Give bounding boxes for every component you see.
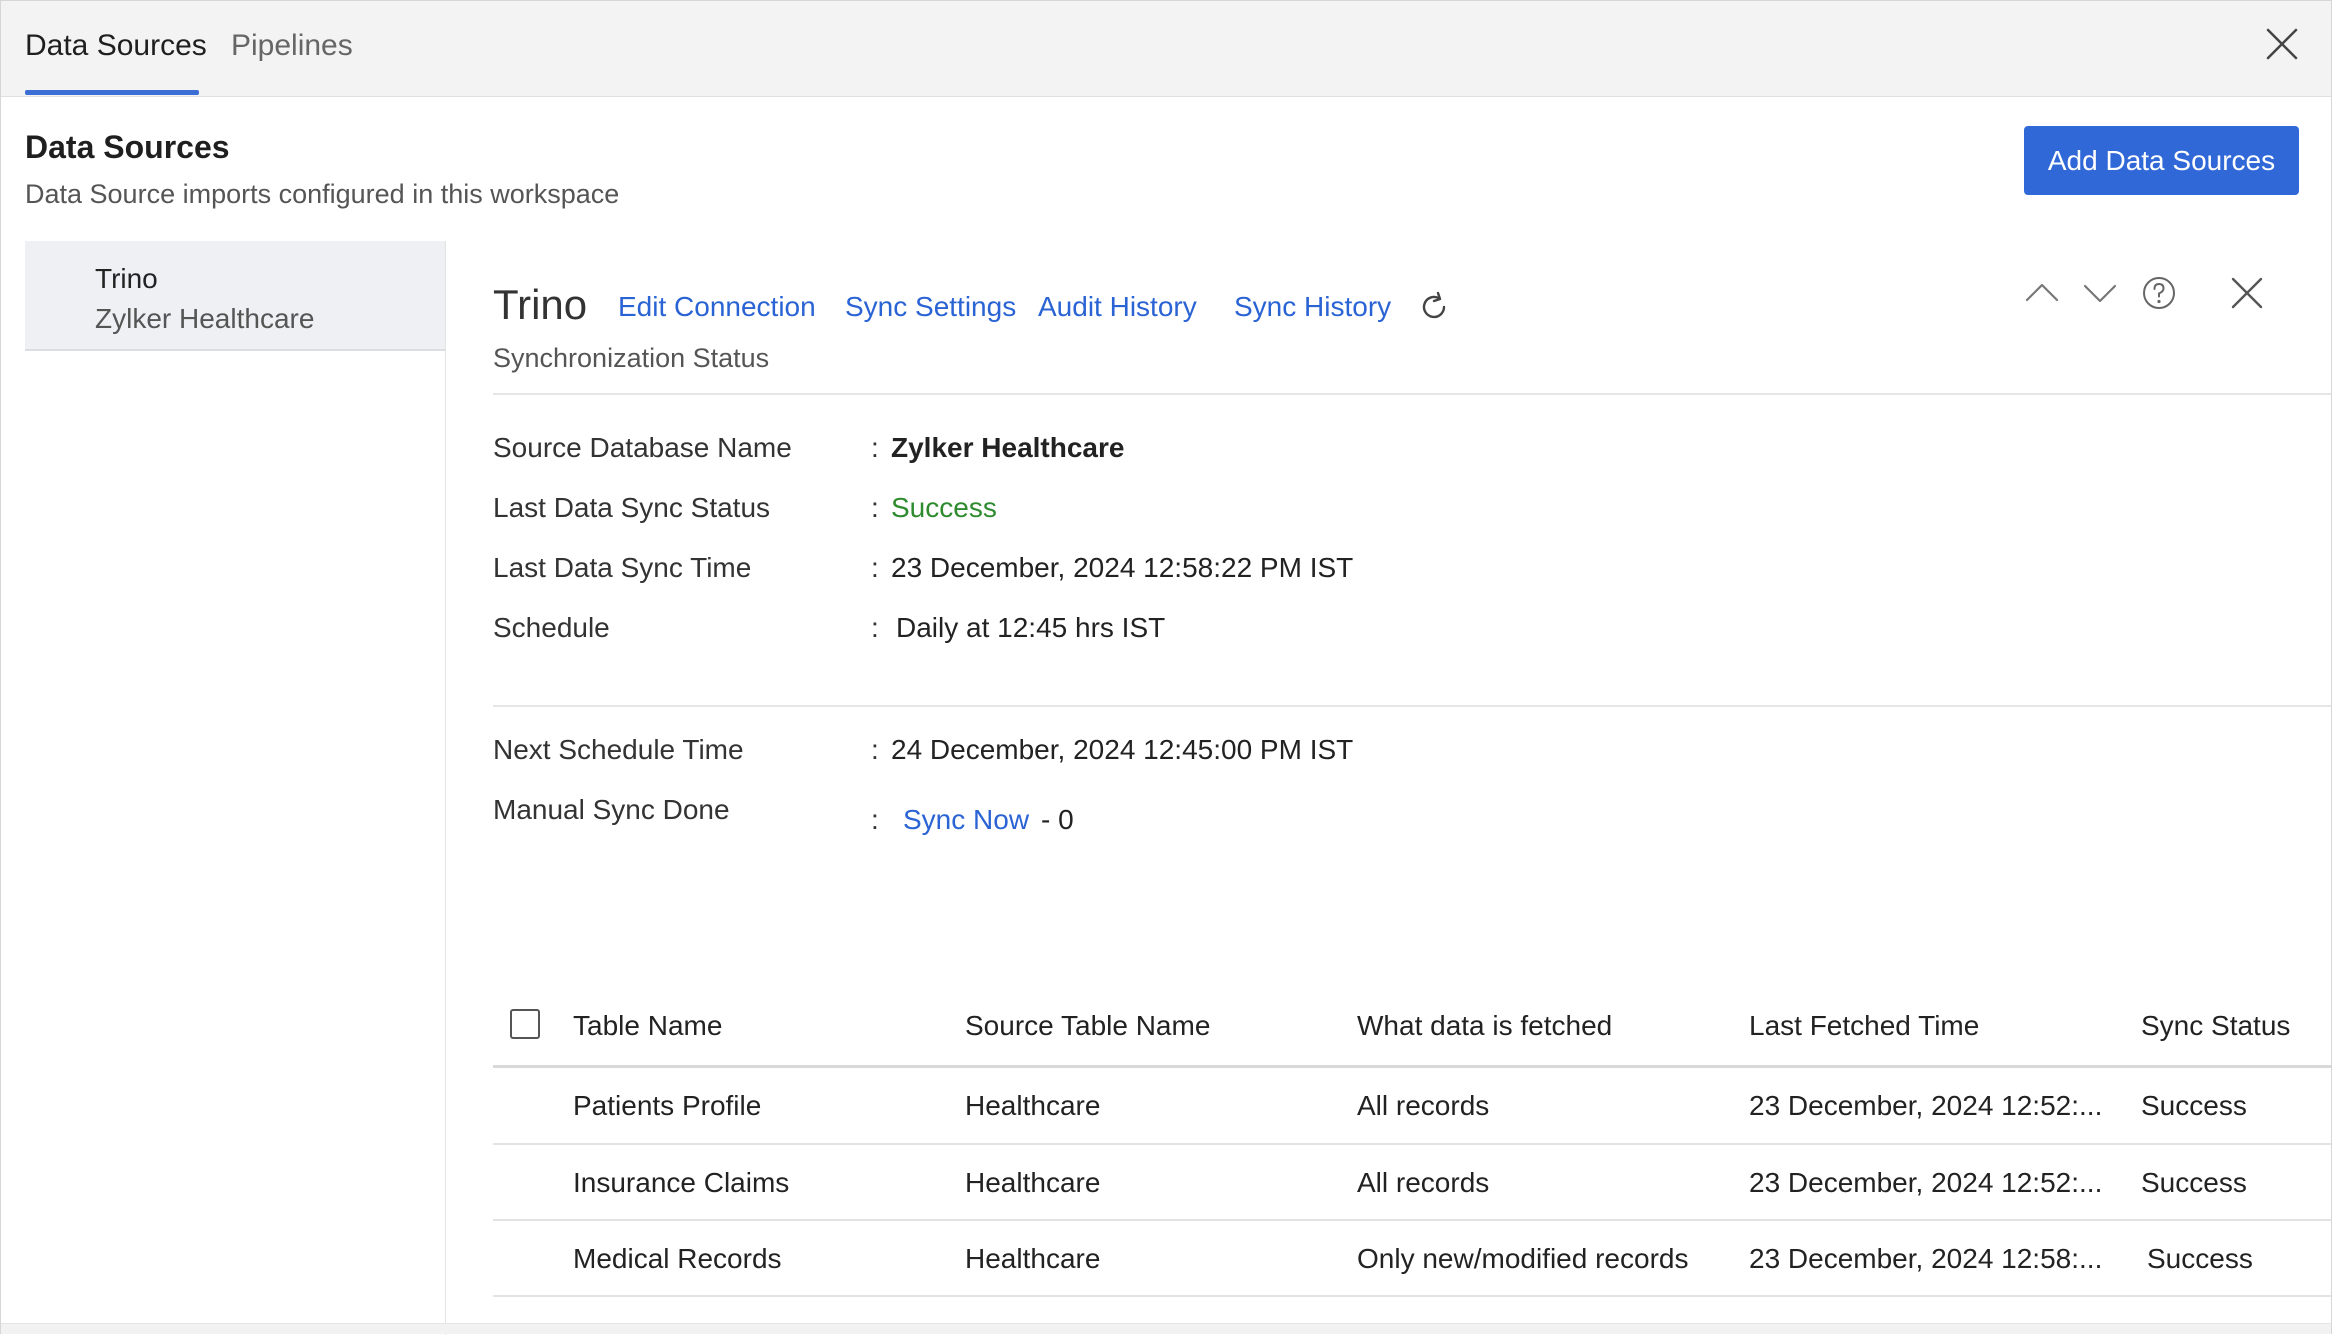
table-row[interactable]: Medical Records Healthcare Only new/modi… — [493, 1221, 2331, 1297]
page-subtitle: Data Source imports configured in this w… — [25, 179, 620, 209]
sidebar: Trino Zylker Healthcare — [25, 241, 446, 1335]
sync-now-link[interactable]: Sync Now — [903, 804, 1029, 836]
data-sources-dialog: Data Sources Pipelines Data Sources Data… — [0, 0, 2332, 1335]
page-title: Data Sources — [25, 129, 230, 165]
table-row[interactable]: Insurance Claims Healthcare All records … — [493, 1145, 2331, 1221]
edit-connection-link[interactable]: Edit Connection — [618, 291, 816, 323]
divider — [493, 393, 2331, 395]
connection-title: Trino — [493, 281, 588, 328]
cell-data-fetched: Only new/modified records — [1357, 1243, 1689, 1274]
column-header-source-table-name[interactable]: Source Table Name — [965, 1010, 1210, 1042]
last-sync-time-value: 23 December, 2024 12:58:22 PM IST — [891, 552, 1354, 583]
cell-source-table-name: Healthcare — [965, 1090, 1101, 1121]
active-tab-indicator — [25, 90, 199, 95]
cell-sync-status: Success — [2141, 1090, 2247, 1121]
close-detail-icon[interactable] — [2227, 273, 2267, 313]
cell-sync-status: Success — [2141, 1167, 2247, 1198]
source-database-name-value: Zylker Healthcare — [891, 432, 1125, 463]
sidebar-item-name: Trino — [95, 263, 158, 294]
tab-pipelines[interactable]: Pipelines — [231, 29, 353, 63]
sidebar-item-trino[interactable]: Trino Zylker Healthcare — [25, 241, 445, 351]
column-header-table-name[interactable]: Table Name — [573, 1010, 722, 1042]
row-divider — [493, 1295, 2331, 1297]
select-all-checkbox[interactable] — [510, 1009, 540, 1039]
column-header-data-fetched[interactable]: What data is fetched — [1357, 1010, 1612, 1042]
cell-table-name: Insurance Claims — [573, 1167, 790, 1198]
sync-settings-link[interactable]: Sync Settings — [845, 291, 1016, 323]
cell-data-fetched: All records — [1357, 1090, 1490, 1121]
add-data-sources-button[interactable]: Add Data Sources — [2024, 126, 2299, 195]
column-header-last-fetched-time[interactable]: Last Fetched Time — [1749, 1010, 1979, 1042]
colon: : — [871, 492, 879, 523]
chevron-down-icon[interactable] — [2080, 273, 2120, 313]
cell-table-name: Medical Records — [573, 1243, 782, 1274]
manual-sync-count: - 0 — [1041, 804, 1074, 835]
cell-source-table-name: Healthcare — [965, 1243, 1101, 1274]
column-header-sync-status[interactable]: Sync Status — [2141, 1010, 2290, 1042]
cell-source-table-name: Healthcare — [965, 1167, 1101, 1198]
cell-last-fetched-time: 23 December, 2024 12:52:... — [1749, 1090, 2103, 1121]
colon: : — [871, 804, 879, 835]
last-sync-time-label: Last Data Sync Time — [493, 552, 752, 583]
manual-sync-label: Manual Sync Done — [493, 794, 730, 825]
sync-history-link[interactable]: Sync History — [1234, 291, 1391, 323]
last-sync-status-label: Last Data Sync Status — [493, 492, 771, 523]
tab-bar: Data Sources Pipelines — [1, 1, 2331, 97]
next-schedule-time-label: Next Schedule Time — [493, 734, 744, 765]
colon: : — [871, 552, 879, 583]
audit-history-link[interactable]: Audit History — [1038, 291, 1197, 323]
last-sync-status-value: Success — [891, 492, 997, 523]
schedule-label: Schedule — [493, 612, 610, 643]
tab-data-sources[interactable]: Data Sources — [25, 29, 207, 63]
table-row[interactable]: Patients Profile Healthcare All records … — [493, 1068, 2331, 1144]
cell-table-name: Patients Profile — [573, 1090, 762, 1121]
sidebar-item-workspace: Zylker Healthcare — [95, 303, 315, 334]
cell-last-fetched-time: 23 December, 2024 12:58:... — [1749, 1243, 2103, 1274]
colon: : — [871, 432, 879, 463]
help-icon[interactable] — [2139, 273, 2179, 313]
cell-data-fetched: All records — [1357, 1167, 1490, 1198]
refresh-icon[interactable] — [1417, 290, 1451, 324]
cell-last-fetched-time: 23 December, 2024 12:52:... — [1749, 1167, 2103, 1198]
next-schedule-time-value: 24 December, 2024 12:45:00 PM IST — [891, 734, 1354, 765]
schedule-value: Daily at 12:45 hrs IST — [896, 612, 1166, 643]
synchronization-status-label: Synchronization Status — [493, 343, 770, 373]
horizontal-scrollbar[interactable] — [1, 1323, 2331, 1334]
chevron-up-icon[interactable] — [2022, 273, 2062, 313]
colon: : — [871, 612, 879, 643]
close-icon[interactable] — [2263, 25, 2301, 63]
cell-sync-status: Success — [2147, 1243, 2253, 1274]
source-database-name-label: Source Database Name — [493, 432, 792, 463]
colon: : — [871, 734, 879, 765]
divider — [493, 705, 2331, 707]
